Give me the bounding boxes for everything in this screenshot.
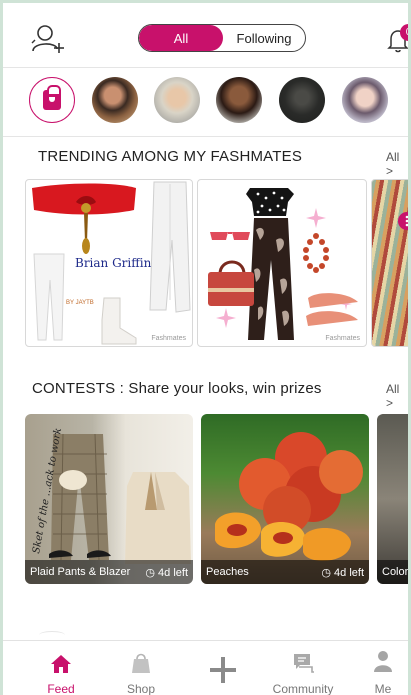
contest-time-left: ◷ 4d left: [321, 566, 364, 579]
top-bar: All Following 0: [3, 3, 408, 67]
contest-name: Colore: [382, 566, 409, 578]
watermark: Fashmates: [151, 335, 186, 342]
trending-look-card[interactable]: Brian Griffin BY JAYTB Fashmates: [25, 179, 193, 347]
trending-section-title: TRENDING AMONG MY FASHMATES: [38, 148, 303, 165]
clock-icon: ◷: [321, 566, 331, 579]
divider: [3, 67, 408, 68]
fashmates-stories-row: [3, 77, 408, 125]
shopping-bag-icon: [132, 653, 150, 673]
contest-time-left-text: 4d left: [334, 566, 364, 579]
add-story-button[interactable]: [29, 77, 75, 123]
contest-image: [215, 432, 363, 561]
trending-look-card[interactable]: Fashmates: [197, 179, 367, 347]
person-icon: [374, 651, 392, 672]
nav-community[interactable]: Community: [273, 641, 333, 695]
contest-caption: Peaches ◷ 4d left: [201, 560, 369, 584]
nav-me[interactable]: Me: [365, 641, 401, 695]
contest-time-left: ◷ 4d left: [145, 566, 188, 579]
nav-me-label: Me: [374, 682, 392, 695]
look-collage-image: [208, 188, 358, 340]
toggle-all[interactable]: All: [139, 25, 223, 51]
plus-icon: [210, 657, 236, 683]
nav-feed[interactable]: Feed: [43, 641, 79, 695]
contests-title-rest: Share your looks, win prizes: [124, 380, 322, 397]
chat-bubbles-icon: [294, 654, 314, 673]
shopping-bag-icon: [43, 85, 61, 110]
home-icon: [51, 655, 71, 673]
app-frame: All Following 0 TRENDING AMONG MY FASHMA…: [0, 0, 411, 695]
divider: [3, 136, 408, 137]
section-divider: [39, 631, 65, 639]
more-options-icon[interactable]: [398, 212, 408, 230]
contest-name: Plaid Pants & Blazer: [30, 566, 131, 578]
add-friend-icon[interactable]: [29, 23, 65, 55]
toggle-following[interactable]: Following: [223, 25, 305, 51]
contest-card[interactable]: Peaches ◷ 4d left: [201, 414, 369, 584]
avatar[interactable]: [92, 77, 138, 123]
notification-badge: 0: [400, 24, 408, 41]
clock-icon: ◷: [145, 566, 155, 579]
look-collage-image: Brian Griffin BY JAYTB: [32, 181, 191, 345]
nav-feed-label: Feed: [47, 682, 75, 695]
contest-image: Sket of the ...ack to work: [31, 427, 191, 564]
bottom-navigation: Feed Shop Community Me: [3, 640, 408, 695]
look-byline: BY JAYTB: [66, 300, 94, 306]
contest-name: Peaches: [206, 566, 249, 578]
nav-shop-label: Shop: [126, 682, 156, 695]
feed-filter-toggle: All Following: [138, 24, 306, 52]
avatar[interactable]: [279, 77, 325, 123]
contests-title-bold: CONTESTS :: [32, 380, 125, 397]
trending-look-card[interactable]: [371, 179, 408, 347]
contests-section-title: CONTESTS : Share your looks, win prizes: [32, 380, 322, 397]
contest-time-left-text: 4d left: [158, 566, 188, 579]
look-caption: Brian Griffin: [75, 256, 152, 270]
avatar[interactable]: [154, 77, 200, 123]
avatar[interactable]: [216, 77, 262, 123]
watermark: Fashmates: [325, 335, 360, 342]
contests-all-link[interactable]: All >: [386, 382, 408, 410]
nav-community-label: Community: [272, 682, 334, 695]
contest-card[interactable]: Sket of the ...ack to work Plaid Pants &…: [25, 414, 193, 584]
contest-card[interactable]: Colore: [377, 414, 409, 584]
contest-caption: Colore: [377, 560, 409, 584]
nav-shop[interactable]: Shop: [123, 641, 159, 695]
nav-create[interactable]: [205, 641, 241, 695]
trending-all-link[interactable]: All >: [386, 150, 408, 178]
contest-caption: Plaid Pants & Blazer ◷ 4d left: [25, 560, 193, 584]
avatar[interactable]: [342, 77, 388, 123]
